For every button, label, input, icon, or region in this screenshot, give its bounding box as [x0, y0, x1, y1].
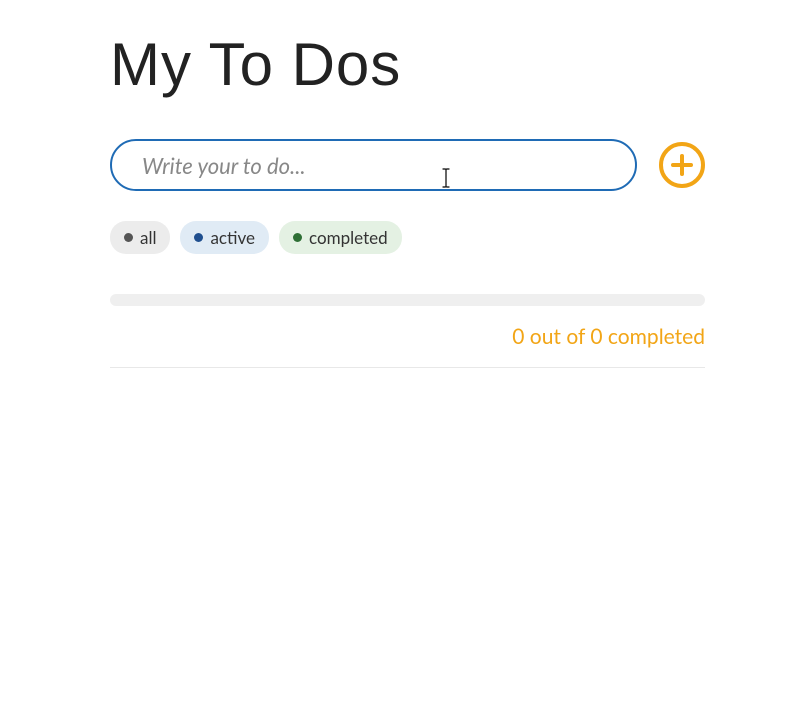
filter-chip-active[interactable]: active [180, 221, 269, 254]
page-title: My To Dos [110, 30, 705, 99]
dot-icon [124, 233, 133, 242]
filter-chip-completed[interactable]: completed [279, 221, 402, 254]
input-row [110, 139, 705, 191]
filter-label: active [210, 227, 255, 248]
filter-label: all [140, 227, 156, 248]
add-button[interactable] [659, 142, 705, 188]
filter-row: all active completed [110, 221, 705, 254]
plus-icon [670, 153, 694, 177]
filter-label: completed [309, 227, 388, 248]
dot-icon [293, 233, 302, 242]
progress-summary: 0 out of 0 completed [110, 324, 705, 368]
dot-icon [194, 233, 203, 242]
filter-chip-all[interactable]: all [110, 221, 170, 254]
todo-input[interactable] [110, 139, 637, 191]
progress-bar [110, 294, 705, 306]
